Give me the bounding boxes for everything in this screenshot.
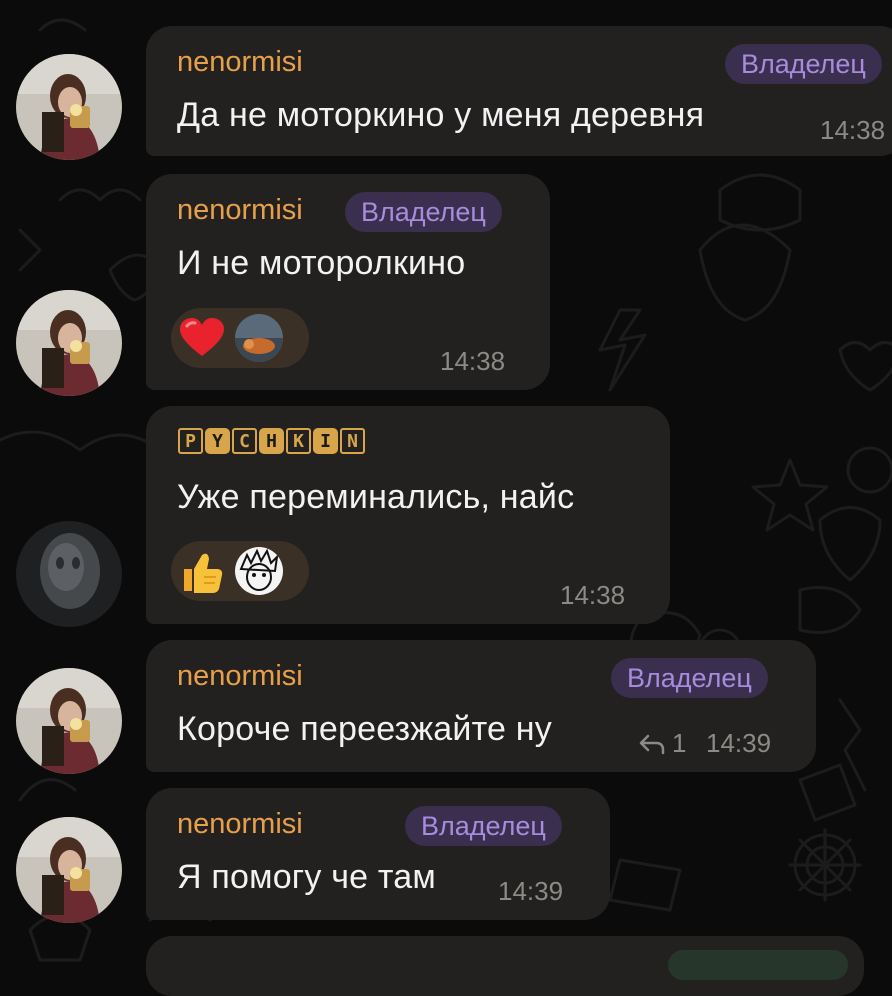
message-time: 14:38 bbox=[820, 115, 886, 145]
sender-letter: K bbox=[286, 428, 311, 454]
sender-name[interactable]: nenormisi bbox=[177, 660, 303, 693]
sender-letter: Y bbox=[205, 428, 230, 454]
owner-badge: Владелец bbox=[405, 806, 562, 846]
reply-count: 1 bbox=[672, 728, 687, 758]
reactor-avatar[interactable] bbox=[235, 547, 283, 595]
sender-name[interactable]: nenormisi bbox=[177, 194, 303, 227]
sender-name[interactable]: nenormisi bbox=[177, 808, 303, 841]
owner-badge-partial bbox=[668, 950, 848, 980]
message-time: 14:38 bbox=[440, 346, 506, 376]
user-avatar-image bbox=[16, 54, 122, 160]
sender-name-pychkin[interactable]: P Y C H K I N bbox=[178, 428, 365, 454]
user-avatar-image bbox=[16, 290, 122, 396]
owner-badge: Владелец bbox=[611, 658, 768, 698]
user-avatar-image bbox=[16, 521, 122, 627]
sender-letter: P bbox=[178, 428, 203, 454]
user-avatar-image bbox=[16, 817, 122, 923]
sender-letter: H bbox=[259, 428, 284, 454]
message-time: 14:38 bbox=[560, 580, 626, 610]
avatar[interactable] bbox=[16, 521, 122, 627]
avatar[interactable] bbox=[16, 290, 122, 396]
sender-name[interactable]: nenormisi bbox=[177, 46, 303, 79]
avatar[interactable] bbox=[16, 668, 122, 774]
message-time: 14:39 bbox=[706, 728, 772, 758]
sender-letter: N bbox=[340, 428, 365, 454]
red-heart-icon bbox=[179, 315, 225, 361]
reply-arrow-icon bbox=[639, 734, 665, 754]
message-text: Я помогу че там bbox=[177, 858, 436, 896]
message-text: Да не моторкино у меня деревня bbox=[177, 96, 705, 134]
message-time: 14:39 bbox=[498, 876, 564, 906]
reaction-pill[interactable] bbox=[171, 308, 309, 368]
message-text: Уже переминались, найс bbox=[177, 478, 575, 516]
message-text: И не моторолкино bbox=[177, 244, 466, 282]
reaction-pill[interactable] bbox=[171, 541, 309, 601]
reactor-avatar[interactable] bbox=[235, 314, 283, 362]
reply-count-indicator[interactable]: 1 bbox=[638, 728, 686, 759]
thumbs-up-icon bbox=[179, 548, 225, 594]
user-avatar-image bbox=[16, 668, 122, 774]
sender-letter: C bbox=[232, 428, 257, 454]
owner-badge: Владелец bbox=[725, 44, 882, 84]
owner-badge: Владелец bbox=[345, 192, 502, 232]
message-text: Короче переезжайте ну bbox=[177, 710, 552, 748]
avatar[interactable] bbox=[16, 54, 122, 160]
sender-letter: I bbox=[313, 428, 338, 454]
avatar[interactable] bbox=[16, 817, 122, 923]
